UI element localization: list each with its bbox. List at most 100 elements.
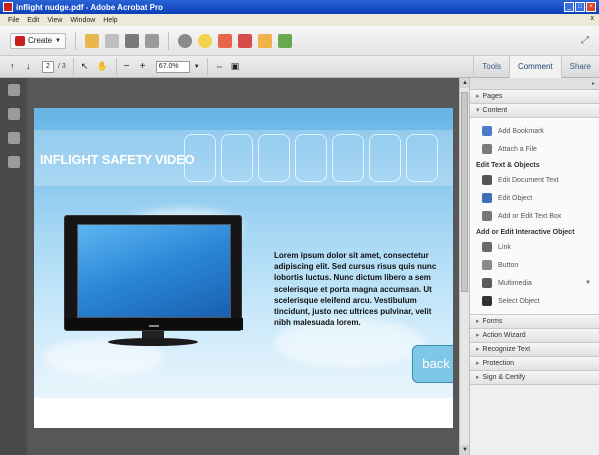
maximize-button[interactable]: □ (575, 2, 585, 12)
hand-tool-icon[interactable]: ✋ (97, 61, 109, 73)
sign-icon[interactable] (277, 33, 292, 48)
task-tabs: Tools Comment Share (473, 56, 599, 78)
add-text-box-item[interactable]: Add or Edit Text Box (470, 207, 599, 225)
window-controls: _ □ × (564, 2, 596, 12)
banner-decoration (295, 134, 327, 182)
tools-pane: ▸ ▸ Pages ▾ Content Add Bookmark Attach a … (469, 78, 599, 455)
edit-document-text-label: Edit Document Text (498, 176, 559, 184)
content-panel: Add Bookmark Attach a File Edit Text & O… (470, 118, 599, 315)
link-item[interactable]: Link (470, 238, 599, 256)
banner-decoration (258, 134, 290, 182)
multimedia-icon (482, 278, 492, 288)
chevron-down-icon[interactable]: ▼ (194, 64, 200, 70)
chevron-down-icon: ▼ (55, 37, 61, 44)
create-button[interactable]: Create ▼ (10, 32, 66, 49)
email-icon[interactable] (144, 33, 159, 48)
menu-help[interactable]: Help (103, 17, 117, 24)
collapsed-arrow-icon: ▸ (476, 318, 480, 325)
scroll-thumb[interactable] (461, 92, 468, 292)
close-button[interactable]: × (586, 2, 596, 12)
attach-file-label: Attach a File (498, 145, 537, 153)
paperclip-icon (482, 144, 492, 154)
fit-width-icon[interactable]: ⇔ (215, 61, 227, 73)
minimize-button[interactable]: _ (564, 2, 574, 12)
section-protection-label: Protection (482, 360, 515, 367)
section-protection[interactable]: ▸ Protection (470, 357, 599, 371)
edit-object-item[interactable]: Edit Object (470, 189, 599, 207)
zoom-out-icon[interactable]: − (124, 61, 136, 73)
section-sign-certify[interactable]: ▸ Sign & Certify (470, 371, 599, 385)
add-text-box-label: Add or Edit Text Box (498, 212, 562, 220)
tab-tools[interactable]: Tools (473, 56, 509, 78)
stamp-icon[interactable] (237, 33, 252, 48)
section-pages-label: Pages (482, 93, 503, 100)
navigation-toolbar: ↑ ↓ 2 / 3 ↖ ✋ − + 67.0% ▼ ⇔ ▣ Tools Comm… (0, 56, 599, 78)
select-object-item[interactable]: Select Object (470, 292, 599, 310)
fit-page-icon[interactable]: ▣ (231, 61, 243, 73)
menu-bar: File Edit View Window Help x (0, 14, 599, 26)
attach-icon[interactable] (257, 33, 272, 48)
print-icon[interactable] (124, 33, 139, 48)
menu-file[interactable]: File (8, 17, 19, 24)
settings-gear-icon[interactable] (177, 33, 192, 48)
page-number-input[interactable]: 2 (42, 60, 54, 73)
highlight-icon[interactable] (217, 33, 232, 48)
section-forms[interactable]: ▸ Forms (470, 315, 599, 329)
zoom-level-select[interactable]: 67.0% (155, 60, 190, 73)
section-content-label: Content (482, 107, 508, 114)
chevron-down-icon[interactable]: ▼ (585, 280, 591, 286)
interactive-object-heading: Add or Edit Interactive Object (476, 229, 575, 236)
pdf-page: INFLIGHT SAFETY VIDEO Lorem ipsum dolor … (34, 108, 453, 428)
button-item[interactable]: Button (470, 256, 599, 274)
section-pages[interactable]: ▸ Pages (470, 90, 599, 104)
section-sign-certify-label: Sign & Certify (482, 374, 526, 381)
open-folder-icon[interactable] (84, 33, 99, 48)
window-title: inflight nudge.pdf - Adobe Acrobat Pro (16, 2, 163, 12)
text-edit-icon (482, 175, 492, 185)
banner-decoration (369, 134, 401, 182)
page-title: INFLIGHT SAFETY VIDEO (40, 152, 195, 167)
previous-page-icon[interactable]: ↑ (10, 61, 22, 73)
zoom-in-icon[interactable]: + (140, 61, 152, 73)
multimedia-item[interactable]: Multimedia ▼ (470, 274, 599, 292)
menu-edit[interactable]: Edit (27, 17, 39, 24)
close-document-button[interactable]: x (591, 15, 595, 22)
back-button[interactable]: back (412, 345, 453, 383)
tab-share[interactable]: Share (560, 56, 599, 78)
page-total: / 3 (58, 63, 66, 70)
comment-icon[interactable] (197, 33, 212, 48)
add-bookmark-item[interactable]: Add Bookmark (470, 122, 599, 140)
signatures-icon[interactable] (8, 156, 20, 168)
expand-icon[interactable]: ⤢ (579, 35, 591, 47)
menu-view[interactable]: View (47, 17, 62, 24)
tv-image (64, 215, 243, 331)
collapsed-arrow-icon: ▸ (476, 332, 480, 339)
page-thumbnails-icon[interactable] (8, 84, 20, 96)
tab-comment[interactable]: Comment (508, 56, 561, 78)
edit-document-text-item[interactable]: Edit Document Text (470, 171, 599, 189)
collapsed-arrow-icon: ▸ (476, 360, 480, 367)
collapsed-arrow-icon: ▸ (476, 346, 480, 353)
section-action-wizard[interactable]: ▸ Action Wizard (470, 329, 599, 343)
menu-window[interactable]: Window (70, 17, 95, 24)
multimedia-label: Multimedia (498, 279, 532, 287)
vertical-scrollbar[interactable]: ▲ ▼ (459, 78, 470, 455)
attach-file-item[interactable]: Attach a File (470, 140, 599, 158)
bookmarks-icon[interactable] (8, 108, 20, 120)
link-label: Link (498, 243, 511, 251)
acrobat-app-icon (3, 2, 13, 12)
toolbar-divider (72, 57, 74, 76)
select-arrow-icon (482, 296, 492, 306)
section-action-wizard-label: Action Wizard (482, 332, 526, 339)
next-page-icon[interactable]: ↓ (26, 61, 38, 73)
section-content[interactable]: ▾ Content (470, 104, 599, 118)
tv-logo (149, 325, 159, 327)
add-bookmark-label: Add Bookmark (498, 127, 544, 135)
attachments-icon[interactable] (8, 132, 20, 144)
toolbar-divider (206, 57, 208, 76)
section-recognize-text[interactable]: ▸ Recognize Text (470, 343, 599, 357)
document-viewer[interactable]: INFLIGHT SAFETY VIDEO Lorem ipsum dolor … (27, 78, 459, 455)
pane-collapse-icon[interactable]: ▸ (592, 81, 595, 87)
select-cursor-icon[interactable]: ↖ (81, 61, 93, 73)
save-icon[interactable] (104, 33, 119, 48)
